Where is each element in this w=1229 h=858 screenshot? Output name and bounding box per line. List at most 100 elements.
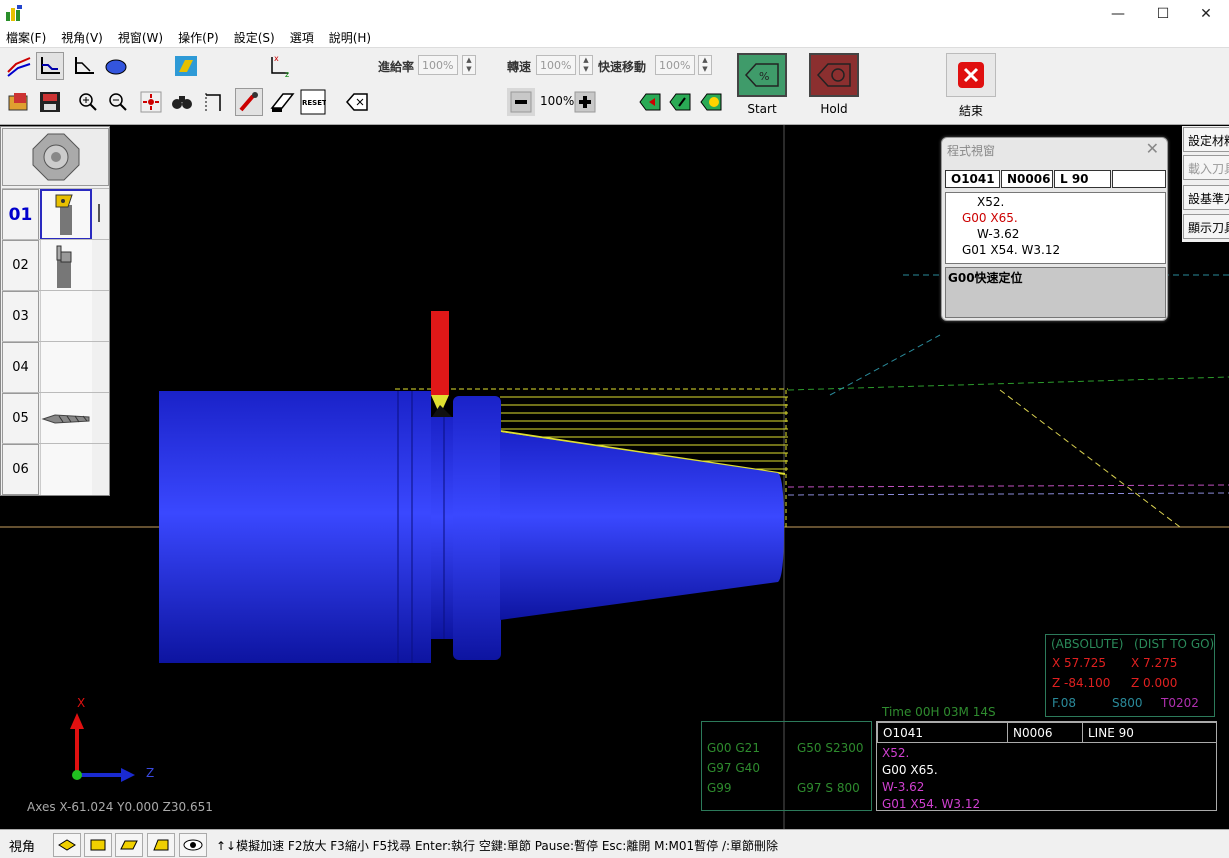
menu-operate[interactable]: 操作(P) <box>172 29 228 46</box>
menu-file[interactable]: 檔案(F) <box>0 29 55 46</box>
gcode-state: G97 S 800 <box>797 781 860 795</box>
program-window-close-icon[interactable]: ✕ <box>1146 139 1159 158</box>
iso-view-icon[interactable] <box>53 833 81 857</box>
turret-scrollbar[interactable] <box>98 204 100 222</box>
spindle-speed-stepper[interactable]: ▲ ▼ <box>579 55 593 75</box>
load-tool-button[interactable]: 載入刀具 <box>1183 155 1229 180</box>
tool-slot-01[interactable]: 01 <box>2 188 109 240</box>
dist-to-go-header: (DIST TO GO) <box>1134 637 1215 651</box>
tool-slot-03[interactable]: 03 <box>2 290 109 342</box>
empty-tool-slot <box>40 342 92 393</box>
position-readout: (ABSOLUTE) (DIST TO GO) X 57.725 X 7.275… <box>1045 634 1215 717</box>
sim-slower-button[interactable] <box>507 88 535 116</box>
gcode-state: G99 <box>707 781 732 795</box>
guide-line <box>787 484 1229 488</box>
nc-program-display: O1041 N0006 LINE 90 X52. G00 X65. W-3.62… <box>876 721 1217 811</box>
tool-slot-05[interactable]: 05 <box>2 392 109 444</box>
menu-window[interactable]: 視窗(W) <box>112 29 172 46</box>
menu-bar: 檔案(F) 視角(V) 視窗(W) 操作(P) 設定(S) 選項 說明(H) <box>0 27 1229 48</box>
front-view-icon[interactable] <box>84 833 112 857</box>
eye-view-icon[interactable] <box>179 833 207 857</box>
hold-icon <box>809 53 859 97</box>
show-tool-button[interactable]: 顯示刀具 <box>1183 214 1229 239</box>
outline-view-icon[interactable] <box>70 52 98 80</box>
svg-text:z: z <box>285 70 289 79</box>
minimize-button[interactable]: — <box>1095 0 1141 27</box>
empty-tool-slot <box>40 291 92 342</box>
keyboard-help-text: ↑↓模擬加速 F2放大 F3縮小 F5找尋 Enter:執行 空鍵:單節 Pau… <box>216 839 779 853</box>
zoom-out-icon[interactable] <box>104 88 132 116</box>
nc-line-current: G00 X65. <box>882 763 938 777</box>
turret-icon <box>32 133 79 181</box>
x-absolute: X 57.725 <box>1052 656 1107 670</box>
tool-display-icon[interactable] <box>235 88 263 116</box>
spindle-speed-input[interactable]: 100% <box>536 55 576 75</box>
spindle-value: S800 <box>1112 696 1143 710</box>
program-window-icon[interactable] <box>343 88 371 116</box>
hold-label: Hold <box>820 102 848 116</box>
side-view-icon[interactable] <box>147 833 175 857</box>
start-button[interactable]: % Start <box>733 53 791 119</box>
step-back-icon[interactable] <box>636 88 664 116</box>
empty-field <box>1112 170 1166 188</box>
pan-icon[interactable] <box>137 88 165 116</box>
set-material-button[interactable]: 設定材料 <box>1183 127 1229 152</box>
start-label: Start <box>747 102 777 116</box>
sim-speed-value: 100% <box>540 94 575 108</box>
gcode-state: G97 G40 <box>707 761 760 775</box>
tool-setup-icon[interactable] <box>172 52 200 80</box>
optional-stop-icon[interactable] <box>697 88 725 116</box>
top-view-icon[interactable] <box>115 833 143 857</box>
empty-tool-slot <box>40 444 92 495</box>
program-window: 程式視窗 ✕ O1041 N0006 L 90 X52. G00 X65. W-… <box>941 137 1168 321</box>
measure-icon[interactable] <box>199 88 227 116</box>
turret-button[interactable] <box>2 128 109 186</box>
feed-rate-stepper[interactable]: ▲ ▼ <box>462 55 476 75</box>
x-axis-label: X <box>77 696 85 710</box>
feed-rate-label: 進給率 <box>378 60 415 74</box>
nc-line: W-3.62 <box>882 780 925 794</box>
rapid-move-stepper[interactable]: ▲ ▼ <box>698 55 712 75</box>
single-block-icon[interactable] <box>666 88 694 116</box>
rapid-move-label: 快速移動 <box>598 60 647 74</box>
drill-icon <box>40 393 92 444</box>
find-icon[interactable] <box>168 88 196 116</box>
nc-program-number: O1041 <box>877 722 1008 743</box>
close-button[interactable]: ✕ <box>1183 0 1229 27</box>
menu-options[interactable]: 選項 <box>284 29 323 46</box>
profile-view-icon[interactable] <box>36 52 64 80</box>
solid-view-icon[interactable] <box>102 52 130 80</box>
toolpath-icon[interactable] <box>5 52 33 80</box>
program-lines: X52. G00 X65. W-3.62 G01 X54. W3.12 <box>945 192 1166 264</box>
axis-gizmo: X Z <box>70 696 154 782</box>
turning-tool-icon <box>40 189 92 240</box>
set-reference-tool-button[interactable]: 設基準刀 <box>1183 185 1229 210</box>
cutting-tool <box>431 311 452 417</box>
menu-help[interactable]: 說明(H) <box>323 29 380 46</box>
menu-settings[interactable]: 設定(S) <box>228 29 284 46</box>
z-dist-to-go: Z 0.000 <box>1131 676 1178 690</box>
hold-button[interactable]: Hold <box>805 53 863 119</box>
feed-rate-input[interactable]: 100% <box>418 55 458 75</box>
tool-slot-number: 01 <box>2 189 39 240</box>
nc-line-number: LINE 90 <box>1082 722 1217 743</box>
nc-line: G01 X54. W3.12 <box>882 797 981 811</box>
right-side-panel: 設定材料 載入刀具 設基準刀 顯示刀具 <box>1182 126 1229 242</box>
reset-icon[interactable]: RESET <box>299 88 327 116</box>
tool-slot-06[interactable]: 06 <box>2 443 109 495</box>
rapid-move-input[interactable]: 100% <box>655 55 695 75</box>
exit-button[interactable]: 結束 <box>942 53 1000 119</box>
menu-view[interactable]: 視角(V) <box>55 29 112 46</box>
elapsed-time: Time 00H 03M 14S <box>882 705 996 719</box>
erase-icon[interactable] <box>268 88 296 116</box>
open-file-icon[interactable] <box>5 88 33 116</box>
save-file-icon[interactable] <box>36 88 64 116</box>
sim-faster-button[interactable] <box>571 88 599 116</box>
tool-slot-02[interactable]: 02 <box>2 239 109 291</box>
tool-slot-04[interactable]: 04 <box>2 341 109 393</box>
zoom-in-icon[interactable] <box>74 88 102 116</box>
rapid-path-line <box>999 389 1181 528</box>
axes-icon[interactable]: xz <box>265 52 293 80</box>
maximize-button[interactable]: ☐ <box>1140 0 1186 27</box>
program-line-current: G00 X65. <box>962 211 1018 225</box>
